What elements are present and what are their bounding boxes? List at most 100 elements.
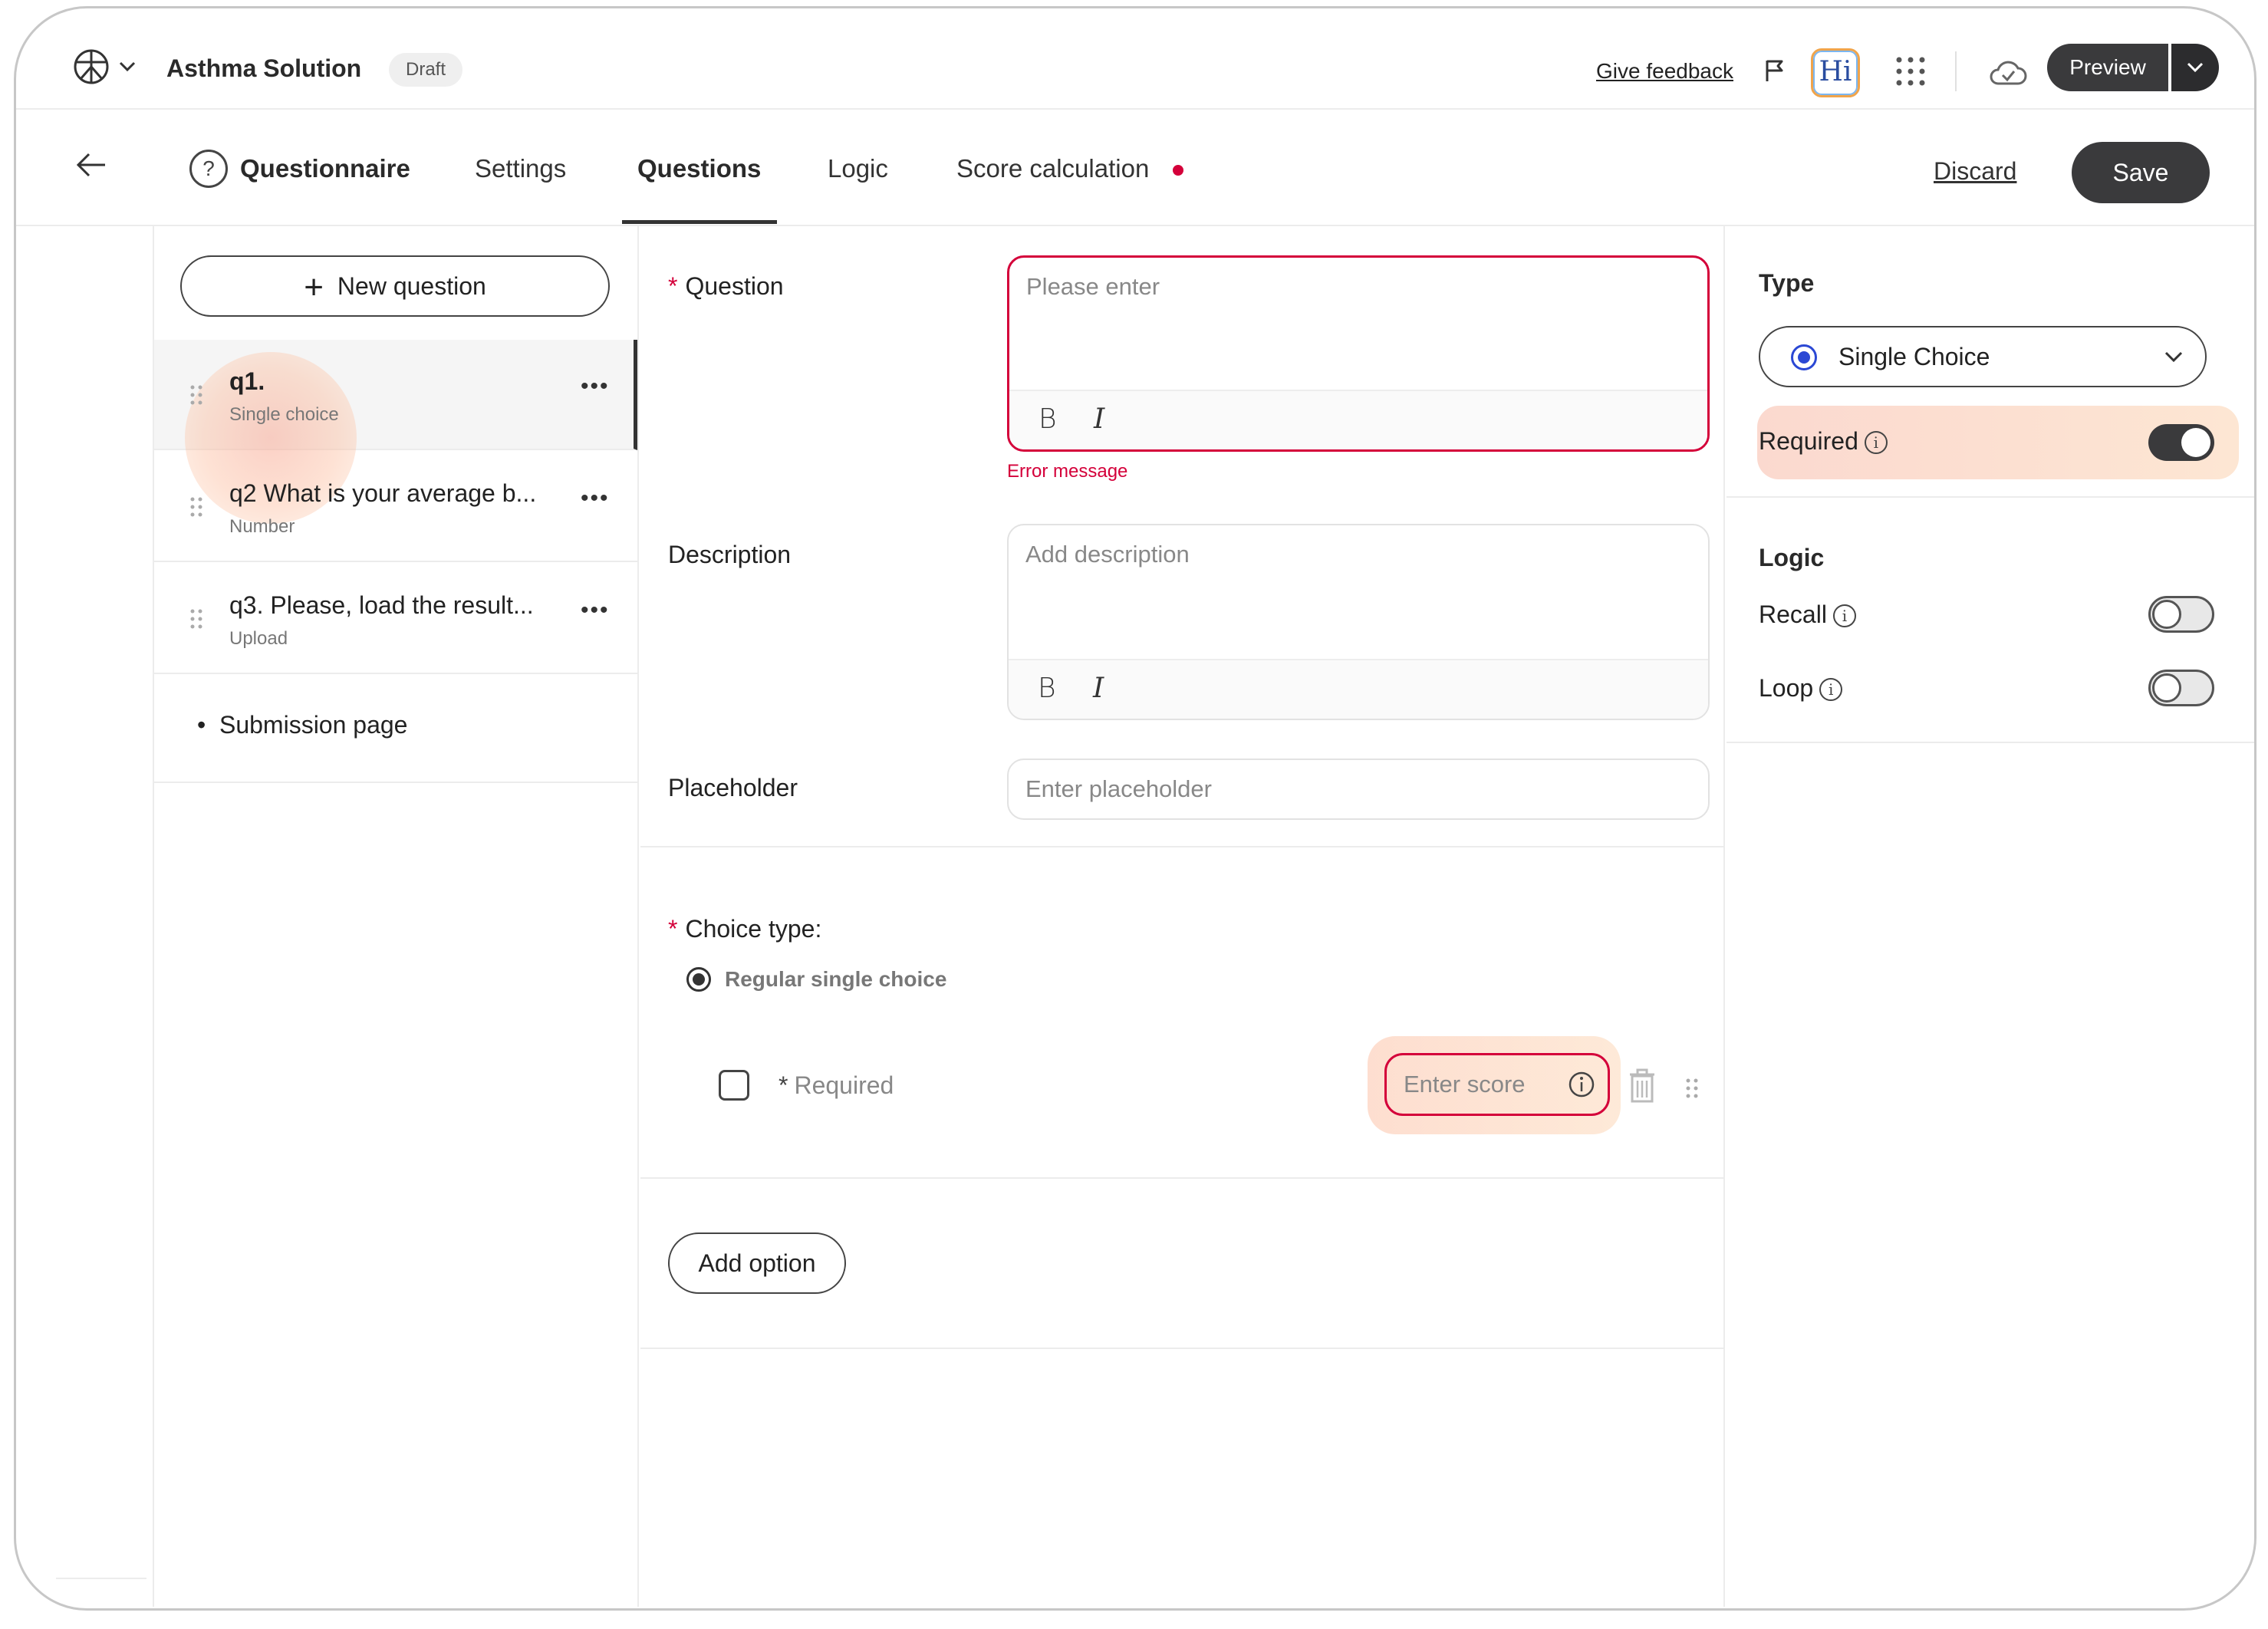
more-options-icon[interactable]: ••• <box>581 374 610 400</box>
required-label: Required i <box>1759 427 1888 456</box>
top-bar: Asthma Solution Draft Give feedback Hi P… <box>16 8 2254 110</box>
radio-selected-icon[interactable] <box>686 967 711 992</box>
question-title: q3. Please, load the result... <box>229 591 534 619</box>
loop-label: Loop i <box>1759 674 1843 703</box>
more-options-icon[interactable]: ••• <box>581 485 610 512</box>
info-icon[interactable]: i <box>1864 431 1888 454</box>
question-type: Upload <box>229 628 288 649</box>
question-type: Single choice <box>229 404 339 425</box>
placeholder-input-placeholder: Enter placeholder <box>1025 775 1212 802</box>
divider <box>640 1177 1723 1179</box>
question-list-item[interactable]: q2 What is your average b... Number ••• <box>154 452 637 562</box>
divider <box>1727 742 2254 743</box>
required-row: Required i <box>1757 406 2239 479</box>
recall-label: Recall i <box>1759 601 1856 629</box>
formatting-toolbar: B I <box>1009 390 1707 449</box>
question-type-select[interactable]: Single Choice <box>1759 326 2207 387</box>
formatting-toolbar: B I <box>1009 659 1708 719</box>
question-title: q1. <box>229 367 265 395</box>
tab-logic[interactable]: Logic <box>828 154 888 183</box>
question-list-panel: + New question q1. Single choice ••• q2 W… <box>154 226 639 1607</box>
back-arrow-icon[interactable] <box>76 153 107 177</box>
active-tab-indicator <box>622 220 777 224</box>
description-rich-text-input[interactable]: Add description B I <box>1007 524 1710 720</box>
tab-questionnaire[interactable]: Questionnaire <box>240 154 410 183</box>
chevron-down-icon <box>2187 62 2204 73</box>
submission-page-item[interactable]: • Submission page <box>154 671 637 783</box>
description-placeholder: Add description <box>1025 541 1190 568</box>
app-logo-icon[interactable] <box>73 48 110 85</box>
unsaved-indicator-dot <box>1173 165 1183 176</box>
tab-score-calculation[interactable]: Score calculation <box>956 154 1149 183</box>
bold-icon[interactable]: B <box>1039 403 1057 435</box>
option-checkbox[interactable] <box>719 1070 749 1101</box>
new-question-label: New question <box>337 272 486 300</box>
divider <box>640 1348 1723 1349</box>
app-title: Asthma Solution <box>166 54 362 82</box>
apps-grid-icon[interactable] <box>1895 56 1926 87</box>
loop-toggle[interactable] <box>2148 670 2214 706</box>
description-field-label: Description <box>668 541 792 568</box>
new-question-button[interactable]: + New question <box>180 255 610 317</box>
placeholder-input[interactable]: Enter placeholder <box>1007 759 1710 820</box>
question-rich-text-input[interactable]: Please enter B I <box>1007 255 1710 452</box>
question-list-item[interactable]: q1. Single choice ••• <box>154 340 637 524</box>
status-badge: Draft <box>389 53 463 87</box>
error-message: Error message <box>1007 461 1128 482</box>
app-window: Asthma Solution Draft Give feedback Hi P… <box>14 6 2256 1611</box>
info-icon[interactable] <box>1568 1071 1595 1098</box>
drag-handle-icon[interactable] <box>1685 1078 1699 1099</box>
tab-settings[interactable]: Settings <box>475 154 566 183</box>
discard-button[interactable]: Discard <box>1934 157 2016 186</box>
preview-dropdown-button[interactable] <box>2171 44 2219 91</box>
drag-handle-icon[interactable] <box>189 608 203 630</box>
question-list-item[interactable]: q3. Please, load the result... Upload ••… <box>154 564 637 674</box>
flag-icon[interactable] <box>1765 59 1785 82</box>
choice-type-option-label: Regular single choice <box>725 967 947 991</box>
give-feedback-link[interactable]: Give feedback <box>1596 59 1733 84</box>
more-options-icon[interactable]: ••• <box>581 597 610 624</box>
properties-panel: Type Single Choice Required i Logic Recal… <box>1727 226 2254 1607</box>
add-option-button[interactable]: Add option <box>668 1232 846 1294</box>
info-icon[interactable]: i <box>1819 678 1843 701</box>
cloud-saved-icon <box>1990 61 2027 85</box>
recall-toggle[interactable] <box>2148 596 2214 633</box>
divider <box>56 1578 146 1579</box>
preview-button[interactable]: Preview <box>2047 44 2168 91</box>
tab-bar: ? Questionnaire Settings Questions Logic… <box>16 110 2254 226</box>
submission-page-label: • Submission page <box>197 711 408 739</box>
italic-icon[interactable]: I <box>1094 403 1104 435</box>
tab-questions[interactable]: Questions <box>637 154 761 183</box>
type-select-value: Single Choice <box>1838 343 1990 370</box>
question-placeholder: Please enter <box>1026 273 1160 300</box>
divider <box>1727 496 2254 498</box>
chevron-down-icon <box>2164 351 2183 363</box>
help-circle-icon: ? <box>189 150 228 188</box>
italic-icon[interactable]: I <box>1093 673 1104 704</box>
drag-handle-icon[interactable] <box>189 496 203 518</box>
question-field-label: * Question <box>668 272 784 300</box>
save-button[interactable]: Save <box>2072 142 2210 203</box>
question-title: q2 What is your average b... <box>229 479 537 507</box>
placeholder-field-label: Placeholder <box>668 774 798 801</box>
required-toggle[interactable] <box>2148 424 2214 461</box>
type-heading: Type <box>1759 269 1815 297</box>
logic-heading: Logic <box>1759 544 1825 571</box>
choice-type-label: * Choice type: <box>668 915 822 943</box>
drag-handle-icon[interactable] <box>189 384 203 406</box>
score-input[interactable]: Enter score <box>1384 1053 1610 1116</box>
radio-selected-icon <box>1791 344 1817 370</box>
trash-icon[interactable] <box>1627 1068 1657 1104</box>
info-icon[interactable]: i <box>1832 604 1856 627</box>
divider <box>56 225 146 226</box>
score-placeholder: Enter score <box>1404 1071 1526 1098</box>
bold-icon[interactable]: B <box>1038 673 1056 704</box>
question-type: Number <box>229 516 295 537</box>
plus-icon: + <box>304 268 324 306</box>
option-label: * Required <box>778 1071 894 1099</box>
toolbar-divider <box>1955 51 1957 91</box>
hi-assistant-button[interactable]: Hi <box>1811 48 1860 97</box>
chevron-down-icon[interactable] <box>119 61 136 73</box>
divider <box>640 846 1723 847</box>
question-editor: * Question Please enter B I Error message… <box>640 226 1725 1607</box>
